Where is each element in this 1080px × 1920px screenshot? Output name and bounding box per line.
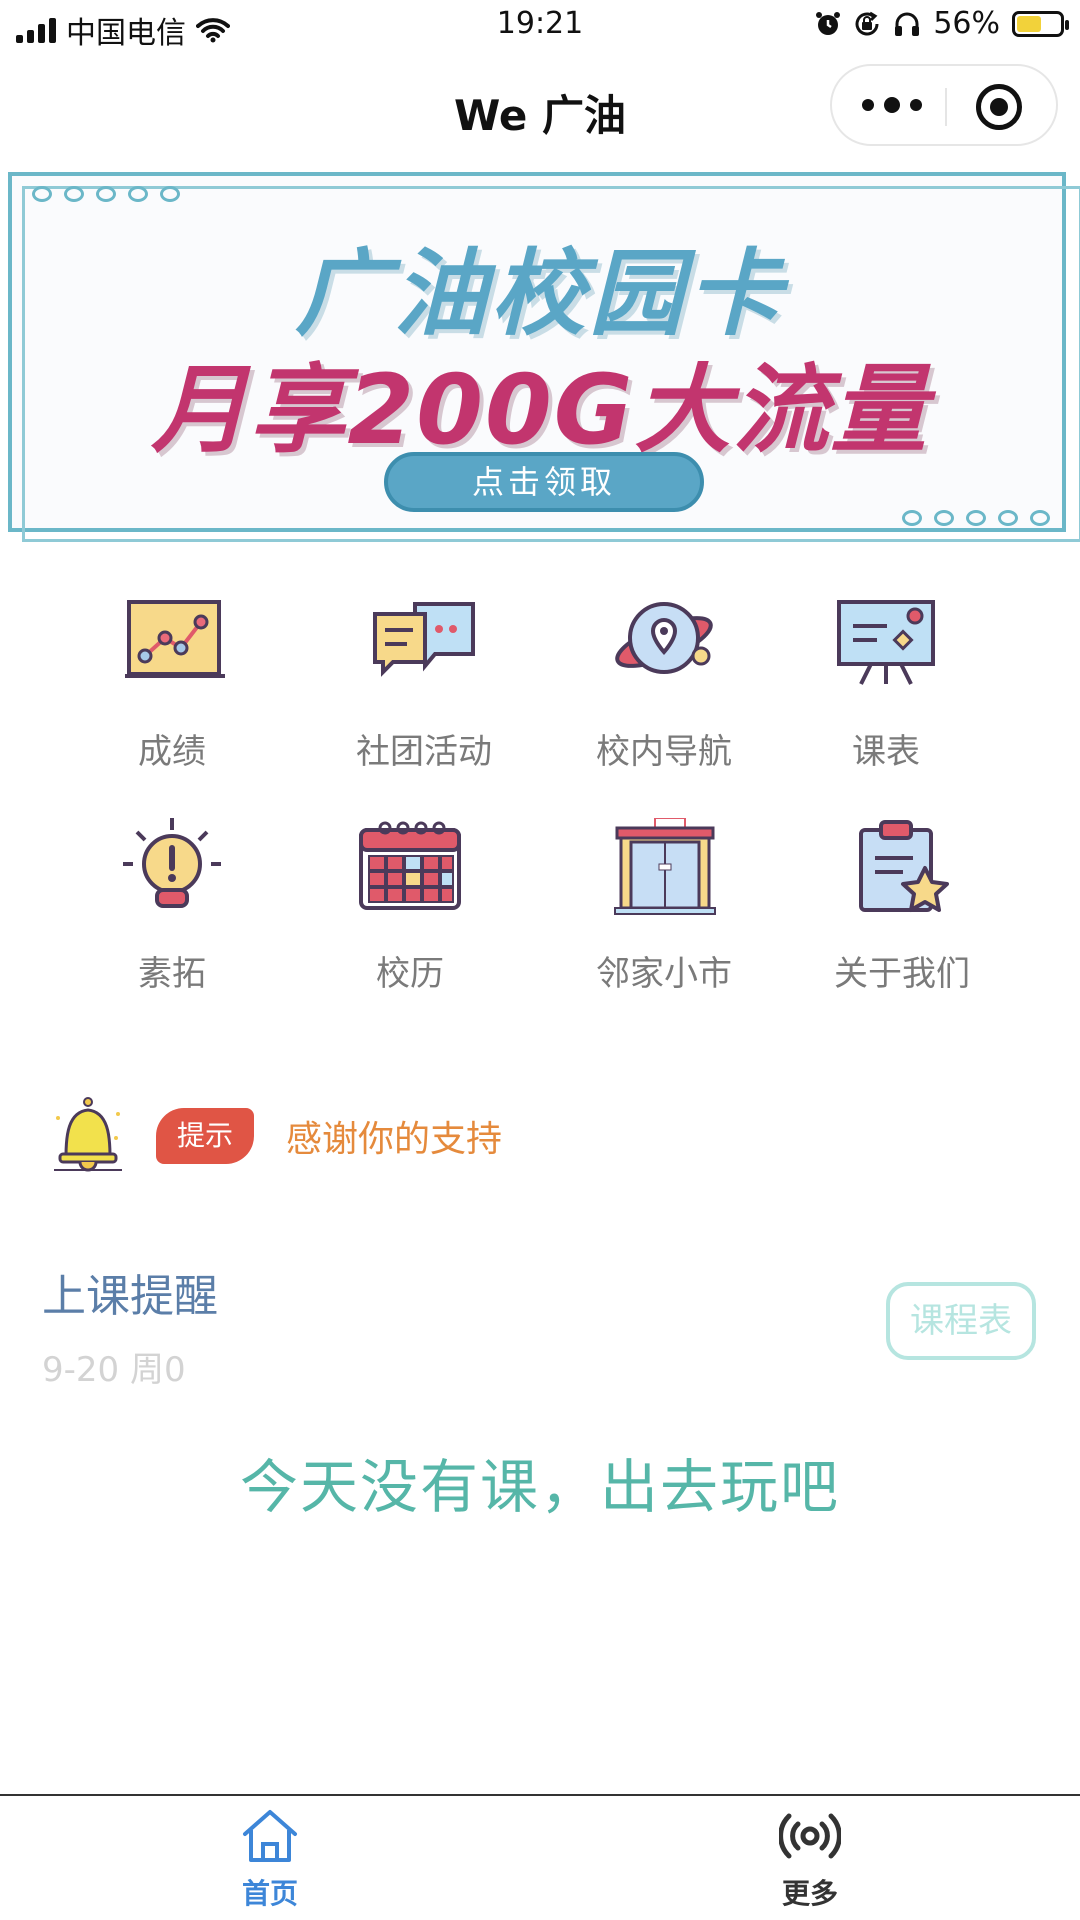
nav-bar: We 广油 — [0, 52, 1080, 158]
banner-dots-bottom — [902, 510, 1050, 526]
notice-tag: 提示 — [156, 1108, 254, 1164]
menu-item-timetable[interactable]: 课表 — [776, 596, 996, 773]
banner-subheadline: 月享200G大流量 — [151, 354, 929, 466]
menu-item-label: 校内导航 — [596, 732, 732, 772]
battery-percent: 56% — [933, 6, 1000, 41]
tab-home[interactable]: 首页 — [0, 1796, 540, 1920]
menu-item-grades[interactable]: 成绩 — [62, 596, 282, 773]
tab-home-label: 首页 — [241, 1877, 298, 1910]
no-class-message: 今天没有课，出去玩吧 — [239, 1453, 840, 1521]
notice-text: 感谢你的支持 — [286, 1119, 503, 1160]
menu-item-label: 关于我们 — [834, 954, 970, 994]
menu-item-about-us[interactable]: 关于我们 — [792, 818, 1012, 995]
menu-item-clubs[interactable]: 社团活动 — [314, 596, 534, 773]
menu-item-navigation[interactable]: 校内导航 — [554, 596, 774, 773]
battery-charging-icon — [1012, 10, 1069, 37]
clipboard-star-icon — [847, 818, 957, 918]
presentation-board-icon — [831, 596, 941, 696]
tab-bar: 首页 更多 — [0, 1794, 1080, 1920]
lightbulb-icon — [117, 818, 227, 918]
menu-item-label: 课表 — [852, 732, 920, 772]
menu-item-label: 校历 — [376, 954, 444, 994]
status-right: 56% — [815, 6, 1069, 41]
capsule-home-icon[interactable] — [976, 84, 1022, 130]
menu-item-label: 成绩 — [138, 732, 206, 772]
more-dots-icon[interactable] — [862, 90, 922, 120]
shop-icon — [609, 817, 719, 918]
battery-fill — [1017, 15, 1041, 32]
notice-bar: 提示 感谢你的支持 — [40, 1080, 1040, 1180]
calendar-icon — [355, 818, 465, 918]
headphones-icon — [895, 12, 920, 36]
grade-chart-icon — [117, 596, 227, 696]
menu-item-label: 素拓 — [138, 954, 206, 994]
mini-program-capsule — [830, 64, 1058, 146]
capsule-divider — [945, 88, 947, 126]
tab-more[interactable]: 更多 — [540, 1796, 1080, 1920]
promo-banner[interactable]: 广油校园卡 月享200G大流量 点击领取 — [0, 162, 1080, 542]
menu-item-quality-development[interactable]: 素拓 — [62, 818, 282, 995]
bell-icon — [52, 1096, 124, 1176]
menu-item-label: 邻家小市 — [596, 954, 732, 994]
banner-dots-top — [32, 186, 180, 202]
home-icon — [239, 1808, 301, 1864]
tab-more-label: 更多 — [781, 1877, 838, 1910]
alarm-icon — [816, 11, 841, 35]
broadcast-icon — [778, 1808, 842, 1864]
rotation-lock-icon — [855, 11, 879, 35]
planet-location-icon — [609, 596, 719, 696]
status-bar: 中国电信 19:21 56% — [0, 0, 1080, 52]
menu-item-shop[interactable]: 邻家小市 — [554, 817, 774, 995]
menu-item-calendar[interactable]: 校历 — [300, 818, 520, 995]
menu-item-label: 社团活动 — [356, 732, 492, 772]
class-reminder-title: 上课提醒 — [42, 1271, 218, 1322]
class-reminder-date: 9-20 周0 — [42, 1350, 186, 1390]
schedule-button[interactable]: 课程表 — [886, 1282, 1036, 1360]
chat-bubbles-icon — [369, 596, 479, 696]
claim-button[interactable]: 点击领取 — [384, 452, 704, 512]
